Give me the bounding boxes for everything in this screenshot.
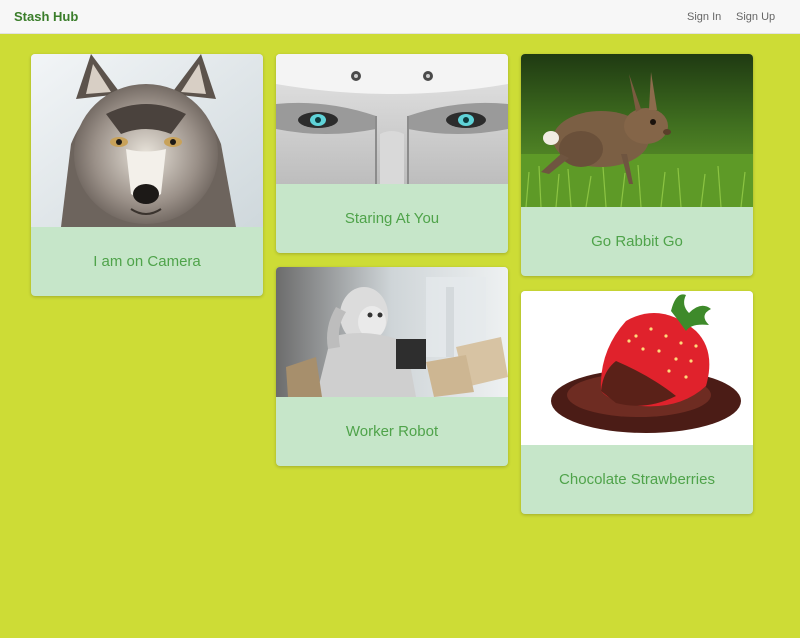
card-caption: Worker Robot (345, 423, 439, 440)
sign-in-link[interactable]: Sign In (687, 11, 721, 23)
stash-card-strawberry[interactable]: Chocolate Strawberries (521, 291, 753, 514)
stash-card-worker-robot[interactable]: Worker Robot (276, 267, 508, 466)
card-caption: I am on Camera (93, 253, 201, 270)
stash-card-wolf[interactable]: I am on Camera (31, 54, 263, 296)
thinking-robot-image (276, 267, 508, 397)
card-caption: Go Rabbit Go (591, 233, 683, 250)
wolf-image (31, 54, 263, 227)
card-caption: Chocolate Strawberries (559, 471, 715, 488)
top-navbar: Stash Hub Sign In Sign Up (0, 0, 800, 34)
stash-card-rabbit[interactable]: Go Rabbit Go (521, 54, 753, 276)
rabbit-image (521, 54, 753, 207)
sign-up-link[interactable]: Sign Up (736, 11, 775, 23)
brand-logo[interactable]: Stash Hub (14, 9, 78, 24)
stash-card-staring-robot[interactable]: Staring At You (276, 54, 508, 253)
robot-face-image (276, 54, 508, 184)
chocolate-strawberry-image (521, 291, 753, 445)
card-caption: Staring At You (344, 210, 440, 227)
